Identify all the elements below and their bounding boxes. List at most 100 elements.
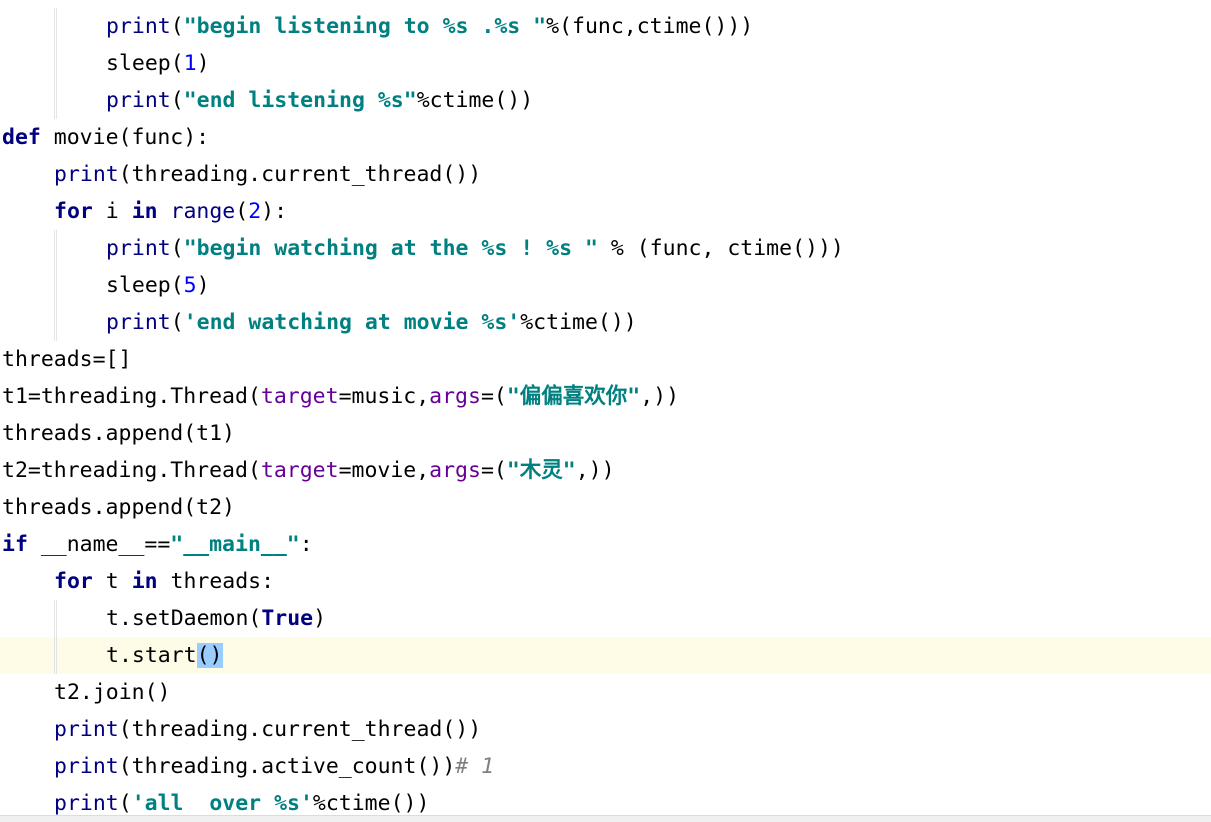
indent-guide	[54, 45, 55, 82]
code-text: if __name__=="__main__":	[2, 526, 313, 563]
code-line[interactable]: for i in range(2):	[0, 193, 1211, 230]
code-token: =(	[480, 384, 507, 409]
matched-brackets: ()	[196, 643, 223, 668]
indent-guide	[56, 637, 57, 674]
indent-guide	[54, 600, 55, 637]
current-code-line[interactable]: t.start()	[0, 637, 1211, 674]
code-line[interactable]: print("begin listening to %s .%s "%(func…	[0, 8, 1211, 45]
code-token: t	[92, 569, 132, 594]
keyword-argument-token: args	[429, 458, 481, 483]
code-line[interactable]: if __name__=="__main__":	[0, 526, 1211, 563]
code-line[interactable]: t.setDaemon(True)	[0, 600, 1211, 637]
code-text: sleep(5)	[106, 267, 210, 304]
code-line[interactable]: print(threading.current_thread())	[0, 711, 1211, 748]
code-line[interactable]: threads.append(t2)	[0, 489, 1211, 526]
code-text: t.setDaemon(True)	[106, 600, 326, 637]
code-line[interactable]: print(threading.current_thread())	[0, 156, 1211, 193]
indent-guide	[54, 267, 55, 304]
code-line[interactable]: print(threading.active_count())# 1	[0, 748, 1211, 785]
code-token: (	[170, 14, 184, 39]
code-token: (threading.current_thread())	[118, 717, 482, 742]
code-token: (	[118, 791, 132, 816]
string-token: 'all over %s'	[131, 791, 313, 816]
indent-guide	[54, 304, 55, 341]
code-text: print("end listening %s"%ctime())	[106, 82, 533, 119]
keyword-argument-token: target	[260, 384, 339, 409]
code-line[interactable]: def movie(func):	[0, 119, 1211, 156]
code-text: t2=threading.Thread(target=movie,args=("…	[2, 452, 615, 489]
code-line[interactable]: print('end watching at movie %s'%ctime()…	[0, 304, 1211, 341]
code-line[interactable]: threads.append(t1)	[0, 415, 1211, 452]
code-text: t1=threading.Thread(target=music,args=("…	[2, 378, 679, 415]
code-token: ,))	[575, 458, 615, 483]
code-token: )	[196, 273, 210, 298]
code-token: movie(func):	[40, 125, 210, 150]
builtin-token: print	[106, 88, 171, 113]
code-line[interactable]: t2=threading.Thread(target=movie,args=("…	[0, 452, 1211, 489]
code-text: for i in range(2):	[54, 193, 287, 230]
code-text: t.start()	[106, 637, 223, 674]
string-token: "木灵"	[506, 458, 576, 483]
horizontal-scrollbar[interactable]	[0, 815, 1211, 822]
code-line[interactable]: threads=[]	[0, 341, 1211, 378]
code-text: print('end watching at movie %s'%ctime()…	[106, 304, 637, 341]
code-token: t.setDaemon(	[106, 606, 262, 631]
keyword-argument-token: target	[260, 458, 339, 483]
builtin-token: print	[106, 310, 171, 335]
code-text: print("begin listening to %s .%s "%(func…	[106, 8, 753, 45]
code-token: )	[313, 606, 327, 631]
code-line[interactable]: t1=threading.Thread(target=music,args=("…	[0, 378, 1211, 415]
keyword-token: if	[2, 532, 28, 557]
number-token: 5	[183, 273, 197, 298]
indent-guide	[56, 45, 57, 82]
code-token: :	[299, 532, 313, 557]
code-text: for t in threads:	[54, 563, 274, 600]
indent-guide	[56, 267, 57, 304]
code-line[interactable]: t2.join()	[0, 674, 1211, 711]
code-token: %ctime())	[416, 88, 534, 113]
code-token: %(func,ctime()))	[546, 14, 754, 39]
builtin-token: range	[170, 199, 236, 224]
code-token: ,))	[640, 384, 680, 409]
indent-guide	[56, 600, 57, 637]
builtin-token: print	[106, 14, 171, 39]
code-token: )	[196, 51, 210, 76]
code-text: threads.append(t1)	[2, 415, 235, 452]
code-line[interactable]: print("end listening %s"%ctime())	[0, 82, 1211, 119]
builtin-token: print	[54, 162, 119, 187]
code-token: threads:	[157, 569, 275, 594]
code-token: (	[235, 199, 249, 224]
code-token: t2=threading.Thread(	[2, 458, 261, 483]
comment-token: # 1	[455, 754, 495, 779]
code-token: sleep(	[106, 51, 184, 76]
indent-guide	[56, 8, 57, 45]
keyword-token: True	[261, 606, 314, 631]
code-token: threads.append(t2)	[2, 495, 235, 520]
keyword-token: def	[2, 125, 41, 150]
keyword-token: for	[54, 199, 93, 224]
code-token: sleep(	[106, 273, 184, 298]
string-token: "__main__"	[170, 532, 300, 557]
code-line[interactable]: for t in threads:	[0, 563, 1211, 600]
indent-guide	[54, 8, 55, 45]
code-line[interactable]: sleep(1)	[0, 45, 1211, 82]
builtin-token: print	[54, 754, 119, 779]
code-text: print(threading.current_thread())	[54, 156, 481, 193]
code-editor[interactable]: print("begin listening to %s .%s "%(func…	[0, 0, 1211, 822]
code-text: print("begin watching at the %s ! %s " %…	[106, 230, 844, 267]
code-token: threads=[]	[2, 347, 132, 372]
builtin-token: print	[54, 717, 119, 742]
code-token: (threading.active_count())	[118, 754, 456, 779]
indent-guide	[56, 82, 57, 119]
code-line[interactable]: print("begin watching at the %s ! %s " %…	[0, 230, 1211, 267]
code-text: threads.append(t2)	[2, 489, 235, 526]
indent-guide	[54, 637, 55, 674]
code-token: i	[92, 199, 132, 224]
string-token: "begin listening to %s .%s "	[183, 14, 547, 39]
number-token: 1	[183, 51, 197, 76]
keyword-token: for	[54, 569, 93, 594]
code-token: % (func, ctime()))	[597, 236, 844, 261]
code-token: t2.join()	[54, 680, 171, 705]
code-line[interactable]: sleep(5)	[0, 267, 1211, 304]
